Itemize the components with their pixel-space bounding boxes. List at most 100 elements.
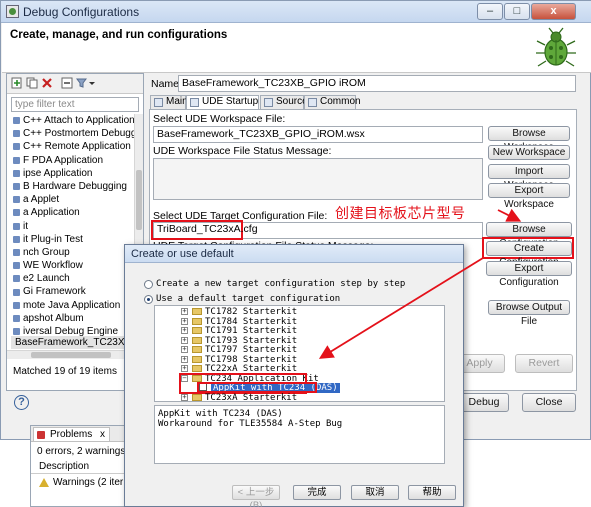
config-type-icon (13, 222, 20, 230)
config-type-item[interactable]: C++ Attach to Application (7, 114, 134, 127)
debug-bug-icon (536, 27, 576, 67)
help-button[interactable]: 帮助 (408, 485, 456, 500)
config-type-item[interactable]: WE Workflow (7, 259, 134, 272)
config-type-item[interactable]: B Hardware Debugging (7, 180, 134, 193)
default-config-tree: + TC1782 Starterkit + TC1784 Starterkit + TC1… (154, 305, 445, 402)
import-workspace-button[interactable]: Import Workspace (488, 164, 570, 191)
config-type-item[interactable]: Gi Framework (7, 285, 134, 298)
delete-config-icon[interactable] (41, 77, 53, 89)
name-input[interactable]: BaseFramework_TC23XB_GPIO iROM (178, 75, 576, 92)
config-node[interactable]: + TC1784 Starterkit (155, 317, 444, 327)
close-button[interactable]: Close (522, 393, 576, 412)
config-type-item[interactable]: ipse Application (7, 167, 134, 180)
debug-button[interactable]: Debug (459, 393, 509, 412)
config-type-icon (13, 209, 20, 217)
collapse-all-icon[interactable] (61, 77, 73, 89)
config-description-box: AppKit with TC234 (DAS) Workaround for T… (154, 405, 445, 464)
selected-configuration[interactable]: BaseFramework_TC23XB_GPIO (11, 336, 141, 349)
config-type-item[interactable]: nch Group (7, 246, 134, 259)
config-type-item[interactable]: it Plug-in Test (7, 233, 134, 246)
folder-icon (192, 317, 202, 325)
config-type-icon (13, 275, 20, 283)
config-type-icon (13, 156, 20, 164)
problems-tab[interactable]: Problems x (33, 427, 111, 441)
cancel-button[interactable]: 取消 (351, 485, 399, 500)
expand-node-icon[interactable]: + (181, 317, 188, 325)
radio-new-config[interactable] (144, 280, 153, 289)
filter-input[interactable]: type filter text (11, 97, 139, 112)
config-type-icon (13, 314, 20, 322)
problems-tab-close[interactable]: x (100, 429, 105, 440)
config-type-icon (13, 169, 20, 177)
expand-node-icon[interactable]: + (181, 336, 188, 344)
expand-node-icon[interactable]: + (181, 346, 188, 353)
config-type-item[interactable]: e2 Launch (7, 272, 134, 285)
folder-icon (192, 365, 202, 372)
revert-button[interactable]: Revert (515, 354, 573, 373)
duplicate-config-icon[interactable] (26, 77, 38, 89)
target-config-value: TriBoard_TC23xA.cfg (157, 223, 258, 235)
description-line: AppKit with TC234 (DAS) (158, 409, 283, 419)
browse-output-file-button[interactable]: Browse Output File (488, 300, 570, 327)
config-type-item[interactable]: C++ Remote Application (7, 140, 134, 153)
config-node[interactable]: + TC1782 Starterkit (155, 307, 444, 317)
export-workspace-button[interactable]: Export Workspace (488, 183, 570, 210)
expand-node-icon[interactable]: + (181, 365, 188, 372)
expand-node-icon[interactable]: + (181, 327, 188, 334)
create-or-use-default-dialog: Create or use default Create a new targe… (124, 244, 464, 507)
source-tab-icon (264, 98, 273, 107)
export-configuration-button[interactable]: Export Configuration (486, 261, 572, 288)
config-type-item[interactable]: it (7, 220, 134, 233)
config-type-icon (13, 130, 20, 138)
appkit-highlight (197, 382, 317, 393)
back-button[interactable]: < 上一步(B) (232, 485, 280, 507)
config-type-icon (13, 117, 20, 125)
expand-node-icon[interactable]: + (181, 355, 188, 363)
warnings-row[interactable]: Warnings (2 iter (53, 477, 123, 488)
config-type-icon (13, 301, 20, 309)
minimize-button[interactable]: – (477, 3, 503, 20)
config-type-item[interactable]: a Application (7, 206, 134, 219)
close-window-button[interactable]: x (531, 3, 576, 20)
tree-horizontal-scrollbar[interactable] (7, 350, 143, 359)
new-workspace-button[interactable]: New Workspace (488, 145, 570, 160)
selected-config-node[interactable]: AppKit with TC234 (DAS) (155, 382, 444, 393)
expand-node-icon[interactable]: + (181, 393, 188, 401)
help-icon[interactable]: ? (14, 395, 29, 410)
config-type-item[interactable]: mote Java Application (7, 299, 134, 312)
config-type-icon (13, 328, 20, 336)
config-type-item[interactable]: F PDA Application (7, 154, 134, 167)
finish-button[interactable]: 完成 (293, 485, 341, 500)
filter-menu-icon[interactable] (76, 77, 96, 89)
config-type-item[interactable]: a Applet (7, 193, 134, 206)
folder-icon (192, 327, 202, 334)
browse-workspace-button[interactable]: Browse Workspace (488, 126, 570, 153)
new-config-icon[interactable] (11, 77, 23, 89)
header-title: Create, manage, and run configurations (10, 29, 228, 41)
config-type-item[interactable]: apshot Album (7, 312, 134, 325)
tab-ude-startup[interactable]: UDE Startup (186, 95, 259, 110)
config-type-icon (13, 248, 20, 256)
problems-count: 0 errors, 2 warnings, 0 (37, 446, 137, 457)
ude-tab-icon (190, 98, 199, 107)
maximize-button[interactable]: □ (504, 3, 530, 20)
config-type-item[interactable]: C++ Postmortem Debugger (7, 127, 134, 140)
config-node[interactable]: + TC1797 Starterkit (155, 345, 444, 355)
expand-node-icon[interactable]: + (181, 308, 188, 315)
config-type-icon (13, 262, 20, 270)
tab-main[interactable]: Main (150, 95, 188, 109)
browse-configuration-button[interactable]: Browse Configuration (486, 222, 572, 249)
workspace-file-input[interactable]: BaseFramework_TC23XB_GPIO_iROM.wsx (153, 126, 483, 143)
config-type-icon (13, 183, 20, 191)
config-node[interactable]: + TC1791 Starterkit (155, 326, 444, 336)
config-node[interactable]: + TC23xA Starterkit (155, 393, 444, 401)
tab-source[interactable]: Source (260, 95, 308, 109)
create-configuration-button[interactable]: Create Configuration (486, 241, 572, 268)
config-node[interactable]: + TC1798 Starterkit (155, 355, 444, 365)
sub-dialog-title-bar: Create or use default (125, 245, 463, 263)
tab-common[interactable]: Common (304, 95, 361, 109)
config-node[interactable]: + TC1793 Starterkit (155, 336, 444, 346)
filter-status: Matched 19 of 19 items (13, 366, 117, 377)
radio-default-config[interactable] (144, 295, 153, 304)
dialog-header: Create, manage, and run configurations (2, 23, 591, 73)
